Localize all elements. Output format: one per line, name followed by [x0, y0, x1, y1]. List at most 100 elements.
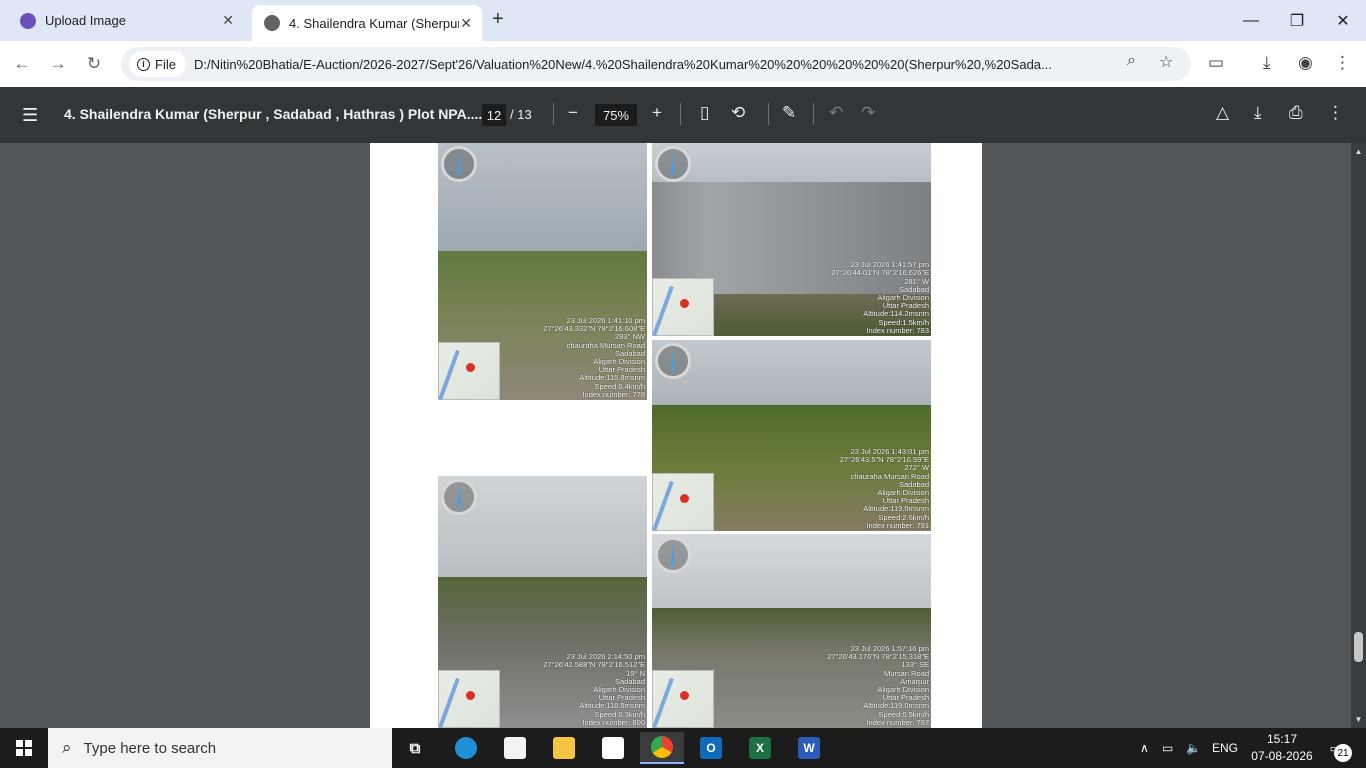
location-map-thumbnail [652, 473, 714, 531]
pdf-toolbar: ☰ 4. Shailendra Kumar (Sherpur , Sadabad… [0, 87, 1366, 143]
address-bar[interactable]: i File D:/Nitin%20Bhatia/E-Auction/2026-… [121, 47, 1191, 81]
forward-arrow-icon[interactable]: → [46, 52, 70, 76]
photo-geotag: 23 Jul 2026 1:57:16 pm 27°26'43.176"N 78°… [827, 643, 929, 727]
tab-title: Upload Image [45, 13, 126, 28]
taskbar-app-word[interactable]: W [787, 732, 831, 764]
compass-icon [655, 343, 691, 379]
drive-save-icon[interactable]: △ [1216, 103, 1229, 123]
scrollbar-thumb[interactable] [1354, 632, 1363, 662]
task-view-icon: ⧉ [409, 739, 421, 757]
taskbar-app-explorer[interactable] [542, 732, 586, 764]
pdf-viewer[interactable]: 23 Jul 2026 1:41:10 pm 27°26'43.332"N 78°… [0, 143, 1366, 728]
photo-geotag: 23 Jul 2026 1:41:57 pm 27°26'44.01"N 78°2… [831, 260, 929, 335]
site-photo: 23 Jul 2026 2:14:50 pm 27°26'42.588"N 78°… [438, 476, 647, 728]
clock-time: 15:17 [1266, 732, 1298, 746]
taskbar-app-store[interactable] [493, 732, 537, 764]
scroll-up-icon[interactable]: ▲ [1351, 145, 1366, 157]
chip-label: File [155, 56, 176, 72]
pdf-download-icon[interactable]: ⤓ [1254, 103, 1262, 123]
store-icon [504, 737, 526, 759]
location-map-thumbnail [652, 278, 714, 336]
zoom-out-icon[interactable]: − [568, 103, 578, 123]
compass-icon [441, 479, 477, 515]
compass-icon [655, 537, 691, 573]
browser-tab-strip: Upload Image ✕ 4. Shailendra Kumar (Sher… [0, 0, 1366, 41]
minimize-button[interactable]: — [1228, 0, 1274, 41]
taskbar-app-mail[interactable] [591, 732, 635, 764]
system-clock[interactable]: 15:17 07-08-2026 [1247, 731, 1317, 765]
globe-favicon-icon [264, 15, 280, 31]
photo-geotag: 23 Jul 2026 2:14:50 pm 27°26'42.588"N 78°… [543, 652, 645, 727]
profile-icon[interactable]: ◉ [1298, 53, 1313, 73]
volume-icon[interactable]: 🔈 [1186, 728, 1201, 768]
edge-icon [455, 737, 477, 759]
print-icon[interactable]: ⎙ [1289, 103, 1303, 123]
download-icon[interactable]: ⤓ [1263, 53, 1271, 73]
site-photo: 23 Jul 2026 1:41:57 pm 27°26'44.01"N 78°2… [652, 143, 931, 336]
hamburger-menu-icon[interactable]: ☰ [22, 105, 38, 126]
annotate-pen-icon[interactable]: ✎ [782, 103, 796, 123]
location-map-thumbnail [652, 670, 714, 728]
taskbar-app-excel[interactable]: X [738, 732, 782, 764]
notification-center-button[interactable]: ▭ 21 [1320, 737, 1352, 762]
zoom-level-input[interactable]: 75% [595, 104, 637, 126]
tab-pdf-document[interactable]: 4. Shailendra Kumar (Sherpur ✕ [252, 5, 482, 41]
word-icon: W [798, 737, 820, 759]
zoom-search-icon[interactable]: ⌕ [1127, 52, 1136, 70]
notification-count-badge: 21 [1334, 744, 1352, 762]
chrome-icon [651, 736, 673, 758]
search-icon: ⌕ [62, 738, 72, 757]
tray-chevron-icon[interactable]: ∧ [1140, 728, 1149, 768]
site-info-chip[interactable]: i File [129, 51, 186, 77]
language-indicator[interactable]: ENG [1212, 728, 1238, 768]
taskbar-search[interactable]: ⌕ Type here to search [48, 728, 392, 768]
photo-geotag: 23 Jul 2026 1:43:01 pm 27°26'43.5"N 78°2'… [839, 446, 929, 530]
restore-button[interactable]: ❐ [1274, 0, 1320, 41]
back-arrow-icon[interactable]: ← [10, 52, 34, 76]
toolbar-divider [680, 103, 681, 125]
windows-taskbar: ⌕ Type here to search ⧉ O X W ∧ ▭ 🔈 ENG … [0, 728, 1366, 768]
tab-title: 4. Shailendra Kumar (Sherpur [289, 15, 459, 31]
site-photo: 23 Jul 2026 1:57:16 pm 27°26'43.176"N 78°… [652, 534, 931, 728]
page-number-input[interactable]: 12 [482, 104, 506, 126]
start-button[interactable] [0, 728, 48, 768]
fit-page-icon[interactable]: ▯ [700, 103, 709, 123]
location-map-thumbnail [438, 670, 500, 728]
taskbar-app-chrome[interactable] [640, 732, 684, 764]
folder-icon [553, 737, 575, 759]
undo-icon[interactable]: ↶ [829, 103, 843, 123]
pdf-more-icon[interactable]: ⋮ [1327, 103, 1344, 123]
url-text[interactable]: D:/Nitin%20Bhatia/E-Auction/2026-2027/Se… [194, 57, 1124, 72]
browser-menu-icon[interactable]: ⋮ [1334, 53, 1351, 73]
browser-toolbar: ← → ↻ i File D:/Nitin%20Bhatia/E-Auction… [0, 41, 1366, 87]
reload-icon[interactable]: ↻ [82, 52, 106, 76]
pdf-page: 23 Jul 2026 1:41:10 pm 27°26'43.332"N 78°… [370, 143, 982, 728]
search-placeholder: Type here to search [83, 739, 217, 757]
tab-close-icon[interactable]: ✕ [222, 12, 234, 29]
excel-icon: X [749, 737, 771, 759]
site-photo: 23 Jul 2026 1:43:01 pm 27°26'43.5"N 78°2'… [652, 340, 931, 531]
task-view-button[interactable]: ⧉ [393, 732, 437, 764]
window-close-button[interactable]: ✕ [1320, 0, 1366, 41]
cast-icon[interactable]: ▭ [1208, 53, 1224, 73]
redo-icon[interactable]: ↷ [861, 103, 875, 123]
document-title: 4. Shailendra Kumar (Sherpur , Sadabad ,… [64, 106, 483, 122]
outlook-icon: O [700, 737, 722, 759]
taskbar-app-edge[interactable] [444, 732, 488, 764]
scroll-down-icon[interactable]: ▼ [1351, 713, 1366, 725]
toolbar-divider [813, 103, 814, 125]
location-map-thumbnail [438, 342, 500, 400]
new-tab-button[interactable]: + [492, 8, 504, 31]
compass-icon [441, 146, 477, 182]
network-icon[interactable]: ▭ [1162, 728, 1173, 768]
tab-close-icon[interactable]: ✕ [460, 15, 472, 32]
compass-icon [655, 146, 691, 182]
info-icon: i [137, 57, 150, 71]
tab-upload-image[interactable]: Upload Image ✕ [8, 0, 244, 41]
zoom-in-icon[interactable]: + [652, 103, 662, 123]
clock-date: 07-08-2026 [1251, 749, 1313, 763]
bookmark-star-icon[interactable]: ☆ [1159, 52, 1173, 72]
taskbar-app-outlook[interactable]: O [689, 732, 733, 764]
toolbar-divider [553, 103, 554, 125]
rotate-icon[interactable]: ⟲ [731, 103, 745, 123]
